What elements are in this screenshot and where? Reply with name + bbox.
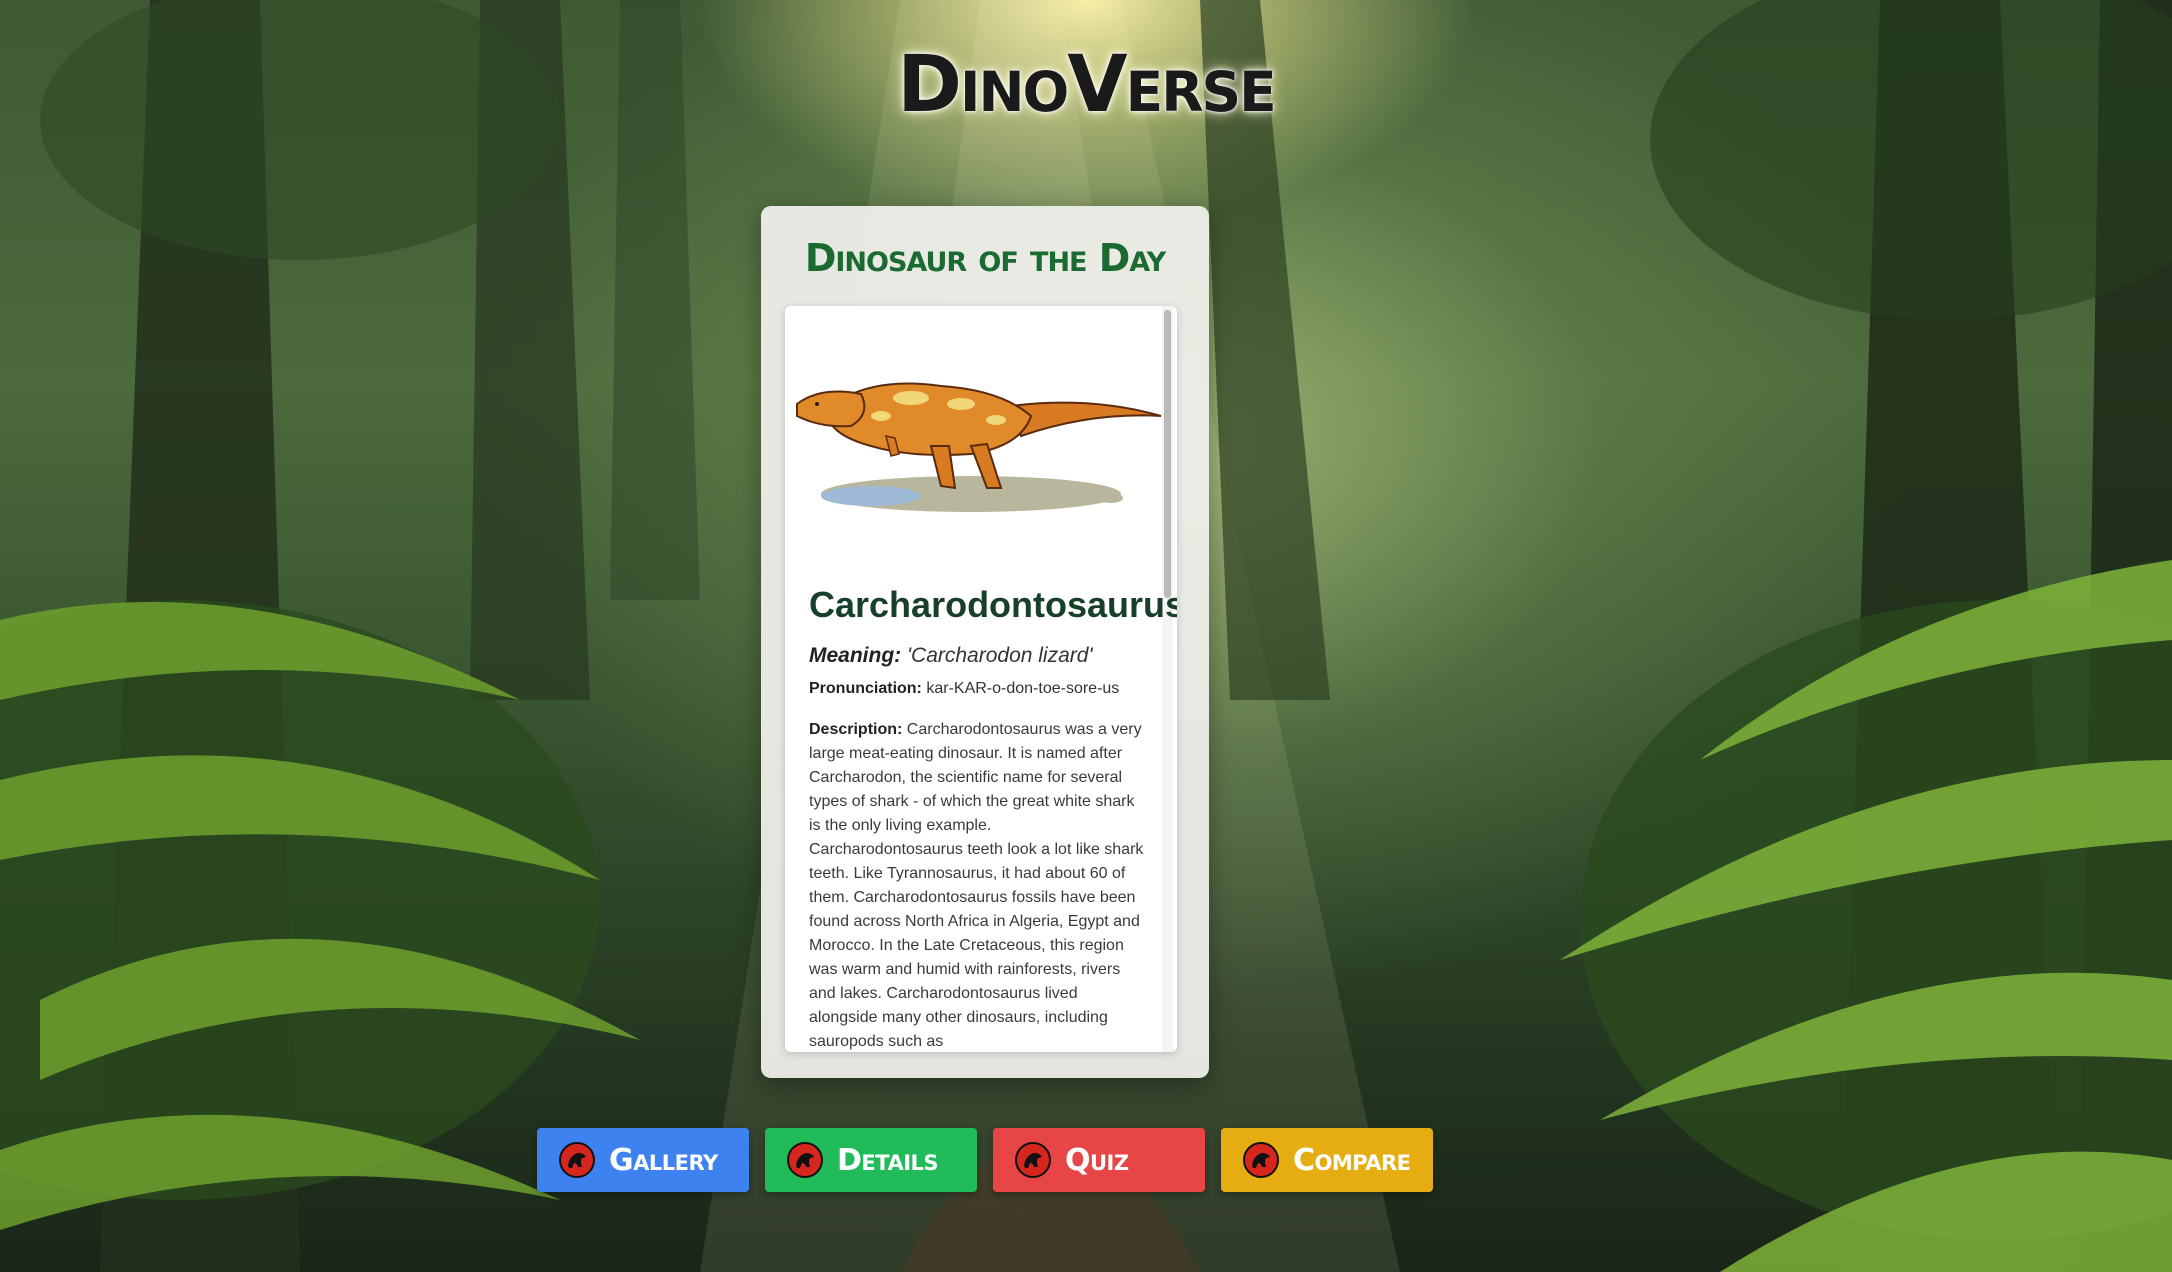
dinosaur-name: Carcharodontosaurus: [809, 584, 1177, 625]
dinosaur-logo-icon: [787, 1142, 823, 1178]
compare-button[interactable]: Compare: [1221, 1128, 1433, 1192]
bottom-navigation: Gallery Details Quiz Compare: [537, 1128, 1433, 1192]
pronunciation-label: Pronunciation:: [809, 680, 922, 697]
details-button[interactable]: Details: [765, 1128, 977, 1192]
site-title: DinoVerse: [897, 40, 1276, 130]
dinosaur-of-the-day-card: Dinosaur of the Day Carcharodontosaurus …: [761, 206, 1209, 1078]
compare-button-label: Compare: [1293, 1142, 1411, 1178]
meaning-label: Meaning:: [809, 644, 902, 667]
scrollbar-thumb[interactable]: [1164, 310, 1171, 598]
meaning-value: 'Carcharodon lizard': [907, 644, 1093, 667]
dinosaur-detail-panel[interactable]: Carcharodontosaurus Meaning: 'Carcharodo…: [785, 306, 1177, 1052]
details-button-label: Details: [837, 1142, 939, 1178]
dinosaur-pronunciation: Pronunciation: kar-KAR-o-don-toe-sore-us: [809, 680, 1119, 698]
gallery-button-label: Gallery: [609, 1142, 718, 1178]
quiz-button[interactable]: Quiz: [993, 1128, 1205, 1192]
dinosaur-image: [796, 382, 1162, 512]
dinosaur-meaning: Meaning: 'Carcharodon lizard': [809, 644, 1092, 668]
dinosaur-logo-icon: [1015, 1142, 1051, 1178]
dinosaur-description: Description: Carcharodontosaurus was a v…: [809, 718, 1149, 1052]
gallery-button[interactable]: Gallery: [537, 1128, 749, 1192]
dinosaur-logo-icon: [559, 1142, 595, 1178]
description-label: Description:: [809, 721, 903, 738]
quiz-button-label: Quiz: [1065, 1142, 1129, 1178]
card-heading: Dinosaur of the Day: [804, 236, 1166, 280]
pronunciation-value: kar-KAR-o-don-toe-sore-us: [926, 680, 1120, 697]
description-text: Carcharodontosaurus was a very large mea…: [809, 721, 1144, 1050]
dinosaur-logo-icon: [1243, 1142, 1279, 1178]
